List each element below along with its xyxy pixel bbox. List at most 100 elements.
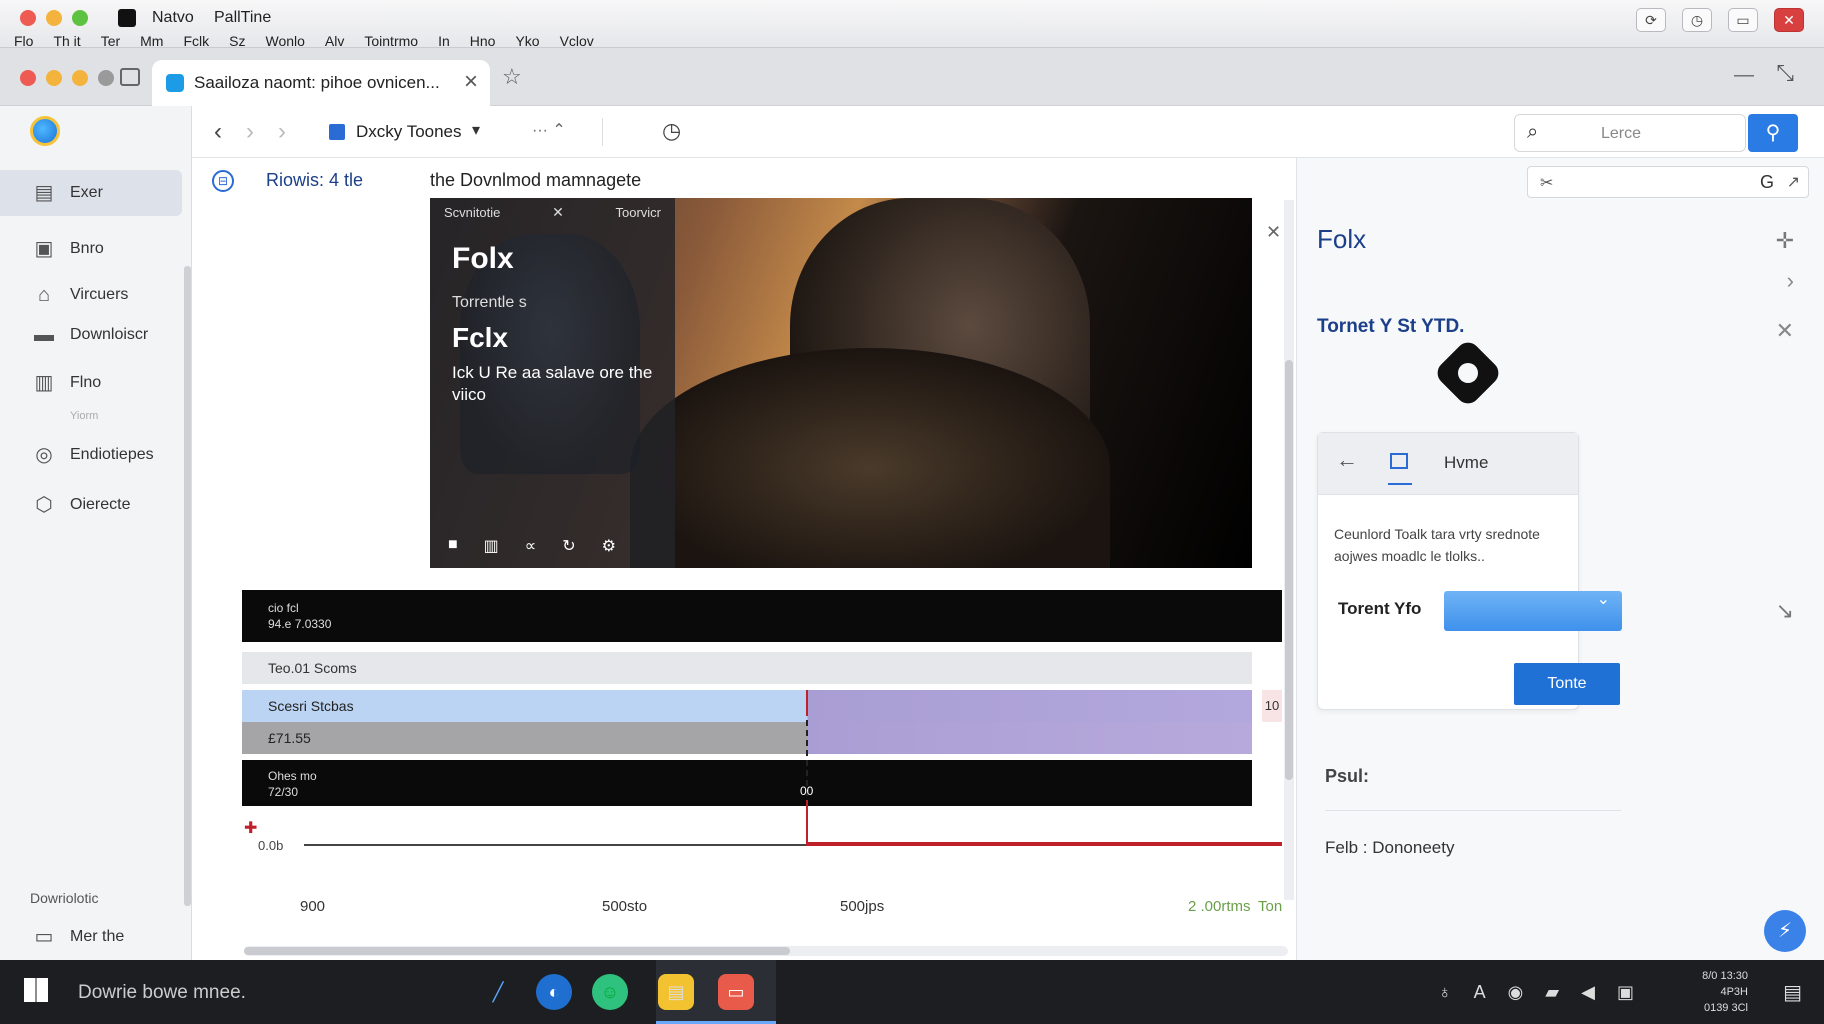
app-logo[interactable] xyxy=(30,116,60,146)
window-icon[interactable]: ▭ xyxy=(1728,8,1758,32)
settings-icon[interactable]: ⚙ xyxy=(602,536,616,556)
add-marker-icon[interactable]: ✚ xyxy=(244,818,257,838)
video-preview[interactable]: Scvnitotie ✕ Toorvicr Folx Torrentle s F… xyxy=(430,198,1252,568)
search-button[interactable]: ⚲ xyxy=(1748,114,1798,152)
timeline-row[interactable]: £71.55 xyxy=(242,722,1252,754)
chevron-right-icon[interactable]: › xyxy=(1787,268,1794,294)
tab-close-icon[interactable]: × xyxy=(464,68,478,96)
sidebar-item-downloiscr[interactable]: ▬ Downloiscr xyxy=(0,312,182,358)
video-card-tab-left[interactable]: Scvnitotie xyxy=(444,205,500,220)
active-tab[interactable]: Saailoza naomt: pihoe ovnicen... × xyxy=(152,60,490,106)
bookmark-star-icon[interactable]: ☆ xyxy=(502,64,522,90)
add-icon[interactable]: ✛ xyxy=(1776,228,1794,254)
search-input[interactable]: Lerce xyxy=(1601,125,1641,143)
next-icon[interactable]: › xyxy=(278,118,286,146)
zoom-window-button[interactable] xyxy=(72,10,88,26)
sidebar-item-bnro[interactable]: ▣ Bnro xyxy=(0,226,182,272)
sidebar-item-oierecte[interactable]: ⬡ Oierecte xyxy=(0,482,182,528)
menu-item[interactable]: Wonlo xyxy=(265,34,304,48)
menu-item[interactable]: Yko xyxy=(515,34,539,48)
menu-item[interactable]: Hno xyxy=(470,34,496,48)
files-app-icon[interactable]: ▤ xyxy=(658,974,694,1010)
pen-app-icon[interactable]: ╱ xyxy=(480,974,516,1010)
apple-menu-icon[interactable] xyxy=(118,9,136,27)
folder-tray-icon[interactable]: ▰ xyxy=(1545,982,1559,1003)
menu-item[interactable]: Tointrmo xyxy=(364,34,418,48)
sidebar-item-flno[interactable]: ▥ Flno xyxy=(0,360,182,406)
browser-extra-button[interactable] xyxy=(72,70,88,86)
submit-button[interactable]: Tonte xyxy=(1514,663,1620,705)
tab-overview-icon[interactable] xyxy=(120,68,140,86)
card-tab-label[interactable]: Hvme xyxy=(1444,453,1488,473)
quick-action-button[interactable]: ⚡ xyxy=(1764,910,1806,952)
menu-item[interactable]: Vclov xyxy=(560,34,594,48)
history-icon[interactable]: ◷ xyxy=(662,118,681,144)
minimize-window-button[interactable] xyxy=(46,10,62,26)
font-icon[interactable]: A xyxy=(1474,982,1486,1003)
panel-search-box[interactable]: ✂ G ↗ xyxy=(1527,166,1809,198)
wifi-icon[interactable]: ♁ xyxy=(1438,982,1452,1003)
menu-item[interactable]: Th it xyxy=(53,34,80,48)
timer-icon[interactable]: ◷ xyxy=(1682,8,1712,32)
sidebar-item-exer[interactable]: ▤ Exer xyxy=(0,170,182,216)
browser-close-button[interactable] xyxy=(20,70,36,86)
menu-item[interactable]: Mm xyxy=(140,34,163,48)
breadcrumb[interactable]: Riowis: 4 tle xyxy=(266,170,363,191)
speaker-icon[interactable]: ◀ xyxy=(1581,982,1595,1003)
browser-zoom-button[interactable] xyxy=(98,70,114,86)
main-scroll-thumb[interactable] xyxy=(1285,360,1293,780)
redo-icon[interactable]: ↘ xyxy=(1776,598,1794,624)
close-icon[interactable]: ✕ xyxy=(1774,8,1804,32)
pin-icon[interactable]: ↗ xyxy=(1787,172,1800,192)
chat-app-icon[interactable]: ☺ xyxy=(592,974,628,1010)
google-icon[interactable]: G xyxy=(1760,172,1774,193)
forward-icon[interactable]: › xyxy=(246,118,254,146)
app-name-secondary[interactable]: PallTine xyxy=(214,9,271,27)
bookmark-label[interactable]: Dxcky Toones xyxy=(356,122,462,142)
panel-close-icon[interactable]: ✕ xyxy=(1776,318,1794,344)
system-clock[interactable]: 8/0 13:30 4P3H 0139 3Cl xyxy=(1672,968,1748,1016)
menu-item[interactable]: In xyxy=(438,34,450,48)
link-icon[interactable]: ∝ xyxy=(525,536,536,556)
video-close-icon[interactable]: ✕ xyxy=(1266,222,1281,243)
replay-icon[interactable]: ↻ xyxy=(562,536,575,556)
sidebar-item-mer-the[interactable]: ▭ Mer the xyxy=(0,914,182,960)
mail-app-icon[interactable]: ▭ xyxy=(718,974,754,1010)
chevron-down-icon[interactable]: ▾ xyxy=(472,120,480,140)
camera-icon[interactable]: ■ xyxy=(448,536,458,556)
sidebar-scrollbar[interactable] xyxy=(184,266,191,906)
video-card-close-icon[interactable]: ✕ xyxy=(552,204,564,221)
horizontal-scrollbar[interactable] xyxy=(244,946,1288,956)
timeline-row[interactable]: Teo.01 Scoms xyxy=(242,652,1252,684)
notification-icon[interactable]: ▤ xyxy=(1783,980,1802,1005)
tab-square-icon[interactable] xyxy=(1390,453,1408,469)
minimize-icon[interactable]: — xyxy=(1734,64,1754,87)
main-scrollbar[interactable] xyxy=(1284,200,1294,900)
sidebar-item-endiotiepes[interactable]: ◎ Endiotiepes xyxy=(0,432,182,478)
menu-item[interactable]: Fclk xyxy=(183,34,209,48)
menu-item[interactable]: Alv xyxy=(325,34,344,48)
display-icon[interactable]: ▣ xyxy=(1617,982,1634,1003)
more-icon[interactable]: ··· ⌃ xyxy=(532,120,566,140)
refresh-icon[interactable]: ⟳ xyxy=(1636,8,1666,32)
timeline-row-selected[interactable]: Scesri Stcbas xyxy=(242,690,1252,722)
video-card-tab-right[interactable]: Toorvicr xyxy=(615,205,661,220)
horizontal-scroll-thumb[interactable] xyxy=(244,947,790,955)
scissors-icon[interactable]: ✂ xyxy=(1540,173,1553,193)
menu-item[interactable]: Sz xyxy=(229,34,245,48)
taskbar-search[interactable]: Dowrie bowe mnee. xyxy=(78,982,246,1004)
start-icon[interactable] xyxy=(24,978,48,1002)
browser-minimize-button[interactable] xyxy=(46,70,62,86)
close-window-button[interactable] xyxy=(20,10,36,26)
chrome-icon[interactable]: ◉ xyxy=(1508,982,1524,1003)
search-box[interactable]: ⌕ Lerce xyxy=(1514,114,1746,152)
back-arrow-icon[interactable]: ← xyxy=(1336,447,1358,473)
breadcrumb-icon[interactable]: ⊟ xyxy=(212,170,234,192)
expand-icon[interactable]: ⤡ xyxy=(1776,60,1794,86)
back-icon[interactable]: ‹ xyxy=(214,118,222,146)
captions-icon[interactable]: ▥ xyxy=(484,536,499,556)
menu-item[interactable]: Ter xyxy=(101,34,120,48)
browser-app-icon[interactable]: ◐ xyxy=(536,974,572,1010)
torrent-select[interactable]: ⌄ xyxy=(1444,591,1622,631)
app-name[interactable]: Natvo xyxy=(152,9,194,27)
